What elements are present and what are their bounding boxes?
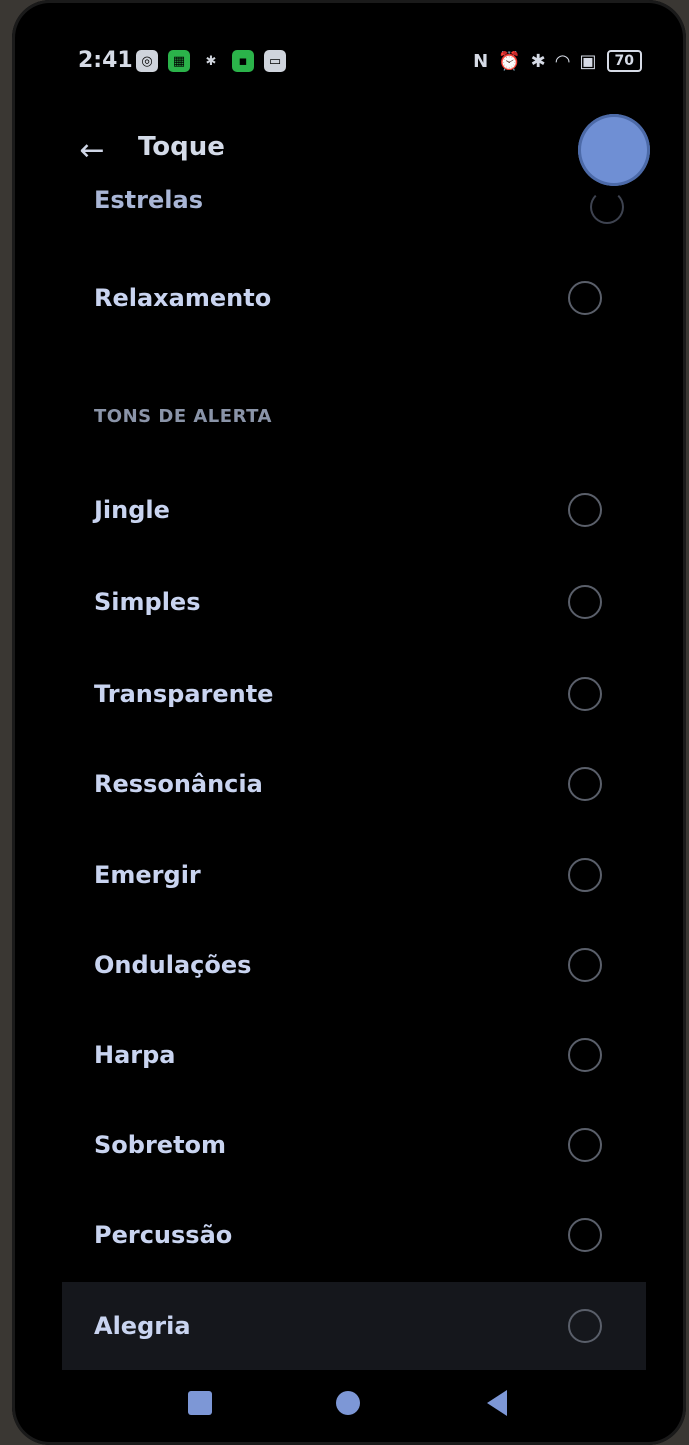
page-title: Toque <box>138 132 225 162</box>
alert-tone-item[interactable]: Harpa <box>82 1015 628 1095</box>
alert-tone-label: Emergir <box>94 861 201 889</box>
notification-icons: ◎ ▦ ✱ ▪ ▭ <box>136 50 286 72</box>
radio-unselected-icon[interactable] <box>568 767 602 801</box>
triangle-left-icon <box>487 1390 507 1416</box>
alert-tone-label: Percussão <box>94 1221 233 1249</box>
back-button[interactable]: ← <box>70 128 114 172</box>
status-bar: 2:41 ◎ ▦ ✱ ▪ ▭ Ν ⏰ ✱ ◠ ▣ 70 <box>12 0 686 110</box>
ringtone-item[interactable]: Relaxamento <box>82 258 628 338</box>
nfc-icon: Ν <box>473 50 489 72</box>
section-header: TONS DE ALERTA <box>94 406 272 427</box>
home-button[interactable] <box>325 1380 371 1426</box>
battery-indicator: 70 <box>606 50 642 72</box>
status-time: 2:41 <box>78 48 133 73</box>
alert-tone-item[interactable]: Alegria <box>82 1286 628 1366</box>
ringtone-item-partial[interactable]: Estrelas <box>94 186 203 214</box>
alert-tone-item[interactable]: Emergir <box>82 835 628 915</box>
app-icon: ▪ <box>232 50 254 72</box>
alert-tone-label: Ondulações <box>94 951 252 979</box>
radio-unselected-icon[interactable] <box>568 493 602 527</box>
radio-unselected-icon[interactable] <box>568 858 602 892</box>
alert-tone-label: Transparente <box>94 680 274 708</box>
radio-unselected-icon[interactable] <box>568 1038 602 1072</box>
alert-tone-item[interactable]: Ondulações <box>82 925 628 1005</box>
recents-button[interactable] <box>177 1380 223 1426</box>
radio-unselected-icon[interactable] <box>590 190 624 224</box>
alert-tone-label: Harpa <box>94 1041 176 1069</box>
alert-tone-item[interactable]: Ressonância <box>82 744 628 824</box>
circle-icon <box>336 1391 360 1415</box>
bluetooth-icon: ✱ <box>530 50 546 72</box>
sim-icon: ▣ <box>579 50 597 72</box>
app-bar: ← Toque <box>12 110 686 190</box>
alert-tone-label: Alegria <box>94 1312 191 1340</box>
wifi-icon: ◠ <box>555 50 570 72</box>
alert-tone-label: Simples <box>94 588 201 616</box>
ringtone-label: Relaxamento <box>94 284 272 312</box>
status-right-icons: Ν ⏰ ✱ ◠ ▣ 70 <box>473 50 642 72</box>
alert-tone-item[interactable]: Percussão <box>82 1195 628 1275</box>
radio-unselected-icon[interactable] <box>568 585 602 619</box>
alert-tone-label: Sobretom <box>94 1131 227 1159</box>
alert-tone-item[interactable]: Transparente <box>82 654 628 734</box>
vpn-icon: ◎ <box>136 50 158 72</box>
radio-unselected-icon[interactable] <box>568 1128 602 1162</box>
radio-unselected-icon[interactable] <box>568 948 602 982</box>
system-nav-bar <box>12 1380 686 1440</box>
floating-bubble[interactable] <box>578 114 650 186</box>
radio-unselected-icon[interactable] <box>568 281 602 315</box>
alert-tone-item[interactable]: Jingle <box>82 470 628 550</box>
alert-tone-item[interactable]: Sobretom <box>82 1105 628 1185</box>
radio-unselected-icon[interactable] <box>568 1309 602 1343</box>
phone-screen: 2:41 ◎ ▦ ✱ ▪ ▭ Ν ⏰ ✱ ◠ ▣ 70 ← Toque Estr… <box>12 0 686 1445</box>
arrow-left-icon: ← <box>79 132 105 168</box>
alarm-icon: ⏰ <box>498 50 521 72</box>
alert-tone-item[interactable]: Simples <box>82 562 628 642</box>
alert-tone-label: Jingle <box>94 496 170 524</box>
square-icon <box>188 1391 212 1415</box>
alert-tone-label: Ressonância <box>94 770 263 798</box>
radio-unselected-icon[interactable] <box>568 677 602 711</box>
bug-icon: ✱ <box>205 53 217 69</box>
radio-unselected-icon[interactable] <box>568 1218 602 1252</box>
calculator-icon: ▦ <box>168 50 190 72</box>
nav-back-button[interactable] <box>474 1380 520 1426</box>
message-icon: ▭ <box>264 50 286 72</box>
